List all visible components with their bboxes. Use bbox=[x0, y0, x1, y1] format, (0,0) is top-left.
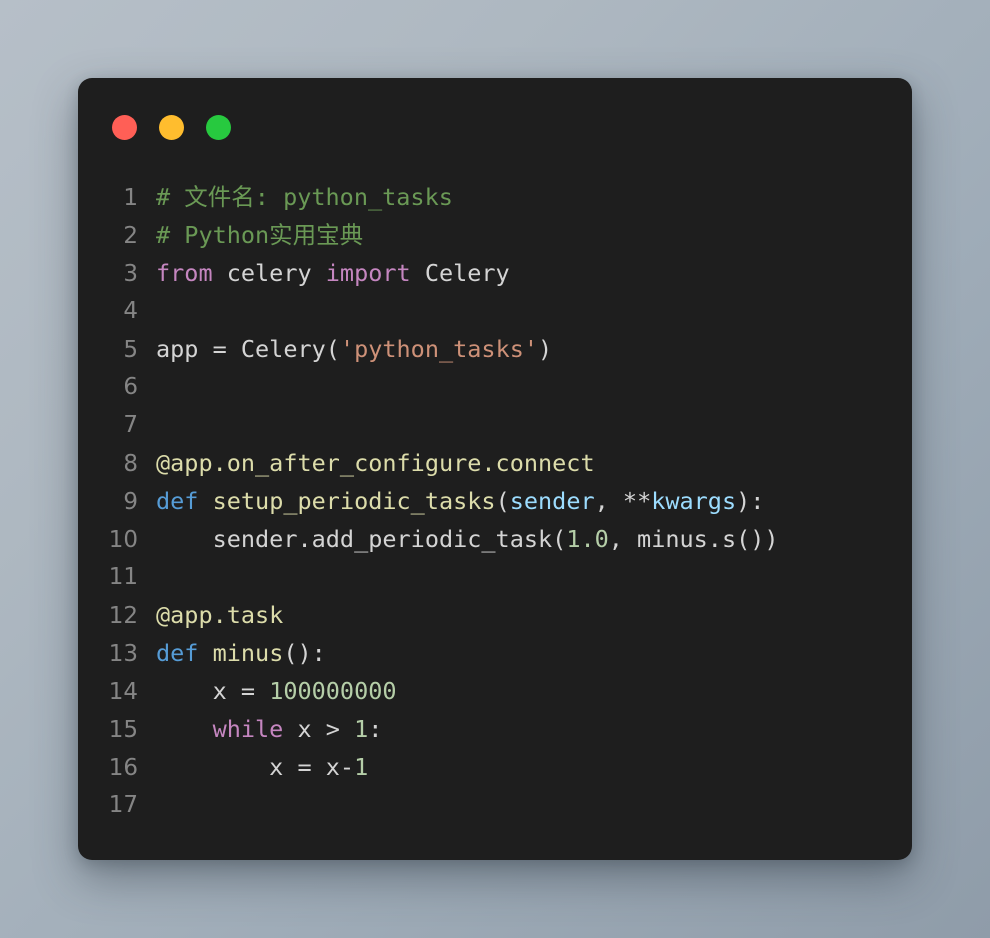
code-line[interactable]: 17 bbox=[78, 786, 912, 824]
code-line[interactable]: 14 x = 100000000 bbox=[78, 672, 912, 710]
code-token: setup_periodic_tasks bbox=[212, 487, 496, 515]
code-line[interactable]: 4 bbox=[78, 292, 912, 330]
line-number: 4 bbox=[123, 298, 138, 324]
code-token: : bbox=[368, 715, 383, 743]
line-number: 3 bbox=[123, 261, 138, 287]
code-line[interactable]: 7 bbox=[78, 406, 912, 444]
code-line-content[interactable]: while x > 1: bbox=[156, 710, 383, 748]
code-token: 'python_tasks' bbox=[339, 335, 539, 363]
line-number: 13 bbox=[108, 641, 138, 667]
code-editor[interactable]: 1 # 文件名: python_tasks 2 # Python实用宝典 3 from c… bbox=[78, 178, 912, 824]
code-snippet-card: 1 # 文件名: python_tasks 2 # Python实用宝典 3 from c… bbox=[78, 78, 912, 860]
code-line-content[interactable]: app = Celery('python_tasks') bbox=[156, 330, 552, 368]
window-controls bbox=[112, 115, 231, 140]
line-number: 2 bbox=[123, 223, 138, 249]
code-token: from bbox=[156, 259, 213, 287]
line-number: 7 bbox=[123, 412, 138, 438]
line-number: 14 bbox=[108, 679, 138, 705]
code-token: while bbox=[212, 715, 284, 743]
code-line-content[interactable]: x = x-1 bbox=[156, 748, 368, 786]
code-line-content[interactable]: @app.on_after_configure.connect bbox=[156, 444, 595, 482]
code-line-content[interactable]: x = 100000000 bbox=[156, 672, 397, 710]
screenshot-canvas: 1 # 文件名: python_tasks 2 # Python实用宝典 3 from c… bbox=[0, 0, 990, 938]
code-line-content[interactable]: @app.task bbox=[156, 596, 283, 634]
code-token: kwargs bbox=[651, 487, 737, 515]
code-token: Celery bbox=[410, 259, 510, 287]
code-line-content[interactable]: from celery import Celery bbox=[156, 254, 510, 292]
code-token: def bbox=[156, 487, 199, 515]
code-line[interactable]: 11 bbox=[78, 558, 912, 596]
code-line[interactable]: 13 def minus(): bbox=[78, 634, 912, 672]
code-line[interactable]: 5 app = Celery('python_tasks') bbox=[78, 330, 912, 368]
code-line[interactable]: 10 sender.add_periodic_task(1.0, minus.s… bbox=[78, 520, 912, 558]
code-line[interactable]: 3 from celery import Celery bbox=[78, 254, 912, 292]
line-number: 10 bbox=[108, 527, 138, 553]
code-token: ) bbox=[538, 335, 553, 363]
code-line-content[interactable]: # 文件名: python_tasks bbox=[156, 178, 453, 216]
code-token: , bbox=[594, 487, 623, 515]
line-number: 9 bbox=[123, 489, 138, 515]
code-token: # 文件名: python_tasks bbox=[156, 183, 453, 211]
code-line-content[interactable]: # Python实用宝典 bbox=[156, 216, 363, 254]
line-number: 8 bbox=[123, 451, 138, 477]
code-token: 1 bbox=[354, 715, 369, 743]
code-token: (): bbox=[283, 639, 326, 667]
code-token: 100000000 bbox=[269, 677, 397, 705]
line-number: 16 bbox=[108, 755, 138, 781]
code-token: celery bbox=[212, 259, 326, 287]
line-number: 17 bbox=[108, 792, 138, 818]
code-token: import bbox=[325, 259, 411, 287]
close-icon[interactable] bbox=[112, 115, 137, 140]
line-number: 5 bbox=[123, 337, 138, 363]
code-token: sender bbox=[509, 487, 595, 515]
code-token: , minus.s()) bbox=[608, 525, 779, 553]
code-token: app = Celery( bbox=[156, 335, 340, 363]
code-token: x = x- bbox=[156, 753, 355, 781]
code-line[interactable]: 6 bbox=[78, 368, 912, 406]
line-number: 11 bbox=[108, 564, 138, 590]
code-token: minus bbox=[212, 639, 284, 667]
code-line[interactable]: 9 def setup_periodic_tasks(sender, **kwar… bbox=[78, 482, 912, 520]
code-line[interactable]: 16 x = x-1 bbox=[78, 748, 912, 786]
code-token: @app.task bbox=[156, 601, 284, 629]
code-token: def bbox=[156, 639, 199, 667]
code-token: # Python实用宝典 bbox=[156, 221, 364, 249]
code-token: ): bbox=[736, 487, 765, 515]
code-line-content[interactable]: def setup_periodic_tasks(sender, **kwarg… bbox=[156, 482, 764, 520]
code-line[interactable]: 2 # Python实用宝典 bbox=[78, 216, 912, 254]
code-token: 1.0 bbox=[566, 525, 609, 553]
code-line-content[interactable]: sender.add_periodic_task(1.0, minus.s()) bbox=[156, 520, 779, 558]
code-line[interactable]: 8 @app.on_after_configure.connect bbox=[78, 444, 912, 482]
code-token: ** bbox=[622, 487, 652, 515]
code-token: sender.add_periodic_task( bbox=[156, 525, 567, 553]
code-line[interactable]: 1 # 文件名: python_tasks bbox=[78, 178, 912, 216]
code-line[interactable]: 12 @app.task bbox=[78, 596, 912, 634]
code-line[interactable]: 15 while x > 1: bbox=[78, 710, 912, 748]
code-line-content[interactable]: def minus(): bbox=[156, 634, 326, 672]
code-token: x > bbox=[283, 715, 355, 743]
line-number: 15 bbox=[108, 717, 138, 743]
minimize-icon[interactable] bbox=[159, 115, 184, 140]
maximize-icon[interactable] bbox=[206, 115, 231, 140]
line-number: 6 bbox=[123, 374, 138, 400]
line-number: 1 bbox=[123, 185, 138, 211]
code-token: ( bbox=[495, 487, 510, 515]
line-number: 12 bbox=[108, 603, 138, 629]
code-token: @app.on_after_configure.connect bbox=[156, 449, 595, 477]
code-token: x = bbox=[156, 677, 270, 705]
code-token: 1 bbox=[354, 753, 369, 781]
